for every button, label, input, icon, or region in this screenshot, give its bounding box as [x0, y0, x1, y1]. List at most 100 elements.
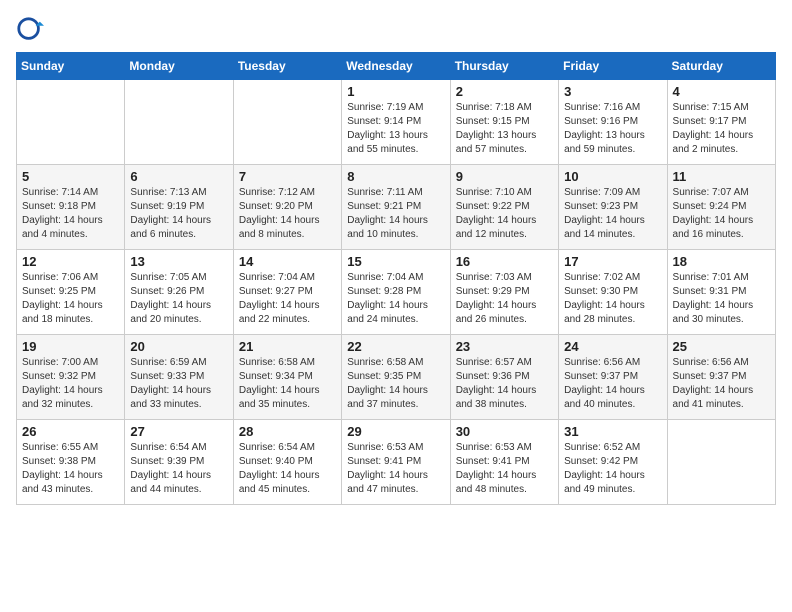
day-number: 3: [564, 84, 661, 99]
day-number: 22: [347, 339, 444, 354]
calendar-table: SundayMondayTuesdayWednesdayThursdayFrid…: [16, 52, 776, 505]
calendar-cell: 22 Sunrise: 6:58 AM Sunset: 9:35 PM Dayli…: [342, 335, 450, 420]
day-number: 20: [130, 339, 227, 354]
calendar-week-row: 12 Sunrise: 7:06 AM Sunset: 9:25 PM Dayli…: [17, 250, 776, 335]
day-content: Sunrise: 7:01 AM Sunset: 9:31 PM Dayligh…: [673, 271, 770, 327]
calendar-cell: 6 Sunrise: 7:13 AM Sunset: 9:19 PM Daylig…: [125, 165, 233, 250]
day-content: Sunrise: 7:09 AM Sunset: 9:23 PM Dayligh…: [564, 186, 661, 242]
day-content: Sunrise: 7:05 AM Sunset: 9:26 PM Dayligh…: [130, 271, 227, 327]
logo-icon: [16, 16, 44, 44]
day-number: 27: [130, 424, 227, 439]
day-content: Sunrise: 6:58 AM Sunset: 9:34 PM Dayligh…: [239, 356, 336, 412]
day-number: 29: [347, 424, 444, 439]
header-day: Thursday: [450, 53, 558, 80]
header-day: Monday: [125, 53, 233, 80]
header-day: Saturday: [667, 53, 775, 80]
calendar-cell: 20 Sunrise: 6:59 AM Sunset: 9:33 PM Dayli…: [125, 335, 233, 420]
day-content: Sunrise: 6:54 AM Sunset: 9:40 PM Dayligh…: [239, 441, 336, 497]
page-header: [16, 16, 776, 44]
calendar-cell: 19 Sunrise: 7:00 AM Sunset: 9:32 PM Dayli…: [17, 335, 125, 420]
calendar-cell: [125, 80, 233, 165]
day-content: Sunrise: 7:00 AM Sunset: 9:32 PM Dayligh…: [22, 356, 119, 412]
day-number: 19: [22, 339, 119, 354]
day-content: Sunrise: 6:53 AM Sunset: 9:41 PM Dayligh…: [347, 441, 444, 497]
calendar-cell: 14 Sunrise: 7:04 AM Sunset: 9:27 PM Dayli…: [233, 250, 341, 335]
calendar-cell: 24 Sunrise: 6:56 AM Sunset: 9:37 PM Dayli…: [559, 335, 667, 420]
day-number: 1: [347, 84, 444, 99]
calendar-cell: [667, 420, 775, 505]
day-number: 17: [564, 254, 661, 269]
day-number: 10: [564, 169, 661, 184]
day-number: 13: [130, 254, 227, 269]
calendar-cell: 27Sunrise: 6:54 AM Sunset: 9:39 PM Dayli…: [125, 420, 233, 505]
calendar-week-row: 5 Sunrise: 7:14 AM Sunset: 9:18 PM Daylig…: [17, 165, 776, 250]
calendar-cell: 3Sunrise: 7:16 AM Sunset: 9:16 PM Daylig…: [559, 80, 667, 165]
day-content: Sunrise: 7:03 AM Sunset: 9:29 PM Dayligh…: [456, 271, 553, 327]
calendar-cell: 30 Sunrise: 6:53 AM Sunset: 9:41 PM Dayli…: [450, 420, 558, 505]
day-content: Sunrise: 6:55 AM Sunset: 9:38 PM Dayligh…: [22, 441, 119, 497]
header-day: Wednesday: [342, 53, 450, 80]
calendar-week-row: 19 Sunrise: 7:00 AM Sunset: 9:32 PM Dayli…: [17, 335, 776, 420]
calendar-week-row: 26 Sunrise: 6:55 AM Sunset: 9:38 PM Dayli…: [17, 420, 776, 505]
calendar-cell: 4 Sunrise: 7:15 AM Sunset: 9:17 PM Daylig…: [667, 80, 775, 165]
day-content: Sunrise: 6:58 AM Sunset: 9:35 PM Dayligh…: [347, 356, 444, 412]
day-content: Sunrise: 7:15 AM Sunset: 9:17 PM Dayligh…: [673, 101, 770, 157]
calendar-cell: 12 Sunrise: 7:06 AM Sunset: 9:25 PM Dayli…: [17, 250, 125, 335]
day-number: 6: [130, 169, 227, 184]
calendar-cell: [233, 80, 341, 165]
day-content: Sunrise: 6:53 AM Sunset: 9:41 PM Dayligh…: [456, 441, 553, 497]
calendar-cell: 9 Sunrise: 7:10 AM Sunset: 9:22 PM Daylig…: [450, 165, 558, 250]
calendar-cell: 5 Sunrise: 7:14 AM Sunset: 9:18 PM Daylig…: [17, 165, 125, 250]
logo: [16, 16, 48, 44]
day-number: 16: [456, 254, 553, 269]
calendar-cell: 31 Sunrise: 6:52 AM Sunset: 9:42 PM Dayli…: [559, 420, 667, 505]
day-content: Sunrise: 7:13 AM Sunset: 9:19 PM Dayligh…: [130, 186, 227, 242]
day-number: 2: [456, 84, 553, 99]
day-number: 14: [239, 254, 336, 269]
day-content: Sunrise: 7:02 AM Sunset: 9:30 PM Dayligh…: [564, 271, 661, 327]
calendar-cell: 29 Sunrise: 6:53 AM Sunset: 9:41 PM Dayli…: [342, 420, 450, 505]
calendar-cell: 1 Sunrise: 7:19 AM Sunset: 9:14 PM Daylig…: [342, 80, 450, 165]
day-number: 9: [456, 169, 553, 184]
calendar-header: SundayMondayTuesdayWednesdayThursdayFrid…: [17, 53, 776, 80]
day-content: Sunrise: 7:14 AM Sunset: 9:18 PM Dayligh…: [22, 186, 119, 242]
day-number: 24: [564, 339, 661, 354]
day-content: Sunrise: 6:59 AM Sunset: 9:33 PM Dayligh…: [130, 356, 227, 412]
day-content: Sunrise: 7:04 AM Sunset: 9:28 PM Dayligh…: [347, 271, 444, 327]
day-number: 7: [239, 169, 336, 184]
day-number: 5: [22, 169, 119, 184]
calendar-cell: 10 Sunrise: 7:09 AM Sunset: 9:23 PM Dayli…: [559, 165, 667, 250]
header-row: SundayMondayTuesdayWednesdayThursdayFrid…: [17, 53, 776, 80]
calendar-cell: 16 Sunrise: 7:03 AM Sunset: 9:29 PM Dayli…: [450, 250, 558, 335]
day-content: Sunrise: 6:52 AM Sunset: 9:42 PM Dayligh…: [564, 441, 661, 497]
day-number: 31: [564, 424, 661, 439]
day-content: Sunrise: 6:57 AM Sunset: 9:36 PM Dayligh…: [456, 356, 553, 412]
calendar-cell: 17 Sunrise: 7:02 AM Sunset: 9:30 PM Dayli…: [559, 250, 667, 335]
day-number: 26: [22, 424, 119, 439]
day-content: Sunrise: 7:12 AM Sunset: 9:20 PM Dayligh…: [239, 186, 336, 242]
day-number: 25: [673, 339, 770, 354]
day-content: Sunrise: 7:06 AM Sunset: 9:25 PM Dayligh…: [22, 271, 119, 327]
day-number: 28: [239, 424, 336, 439]
calendar-cell: 26 Sunrise: 6:55 AM Sunset: 9:38 PM Dayli…: [17, 420, 125, 505]
day-number: 4: [673, 84, 770, 99]
calendar-cell: 28 Sunrise: 6:54 AM Sunset: 9:40 PM Dayli…: [233, 420, 341, 505]
day-content: Sunrise: 7:19 AM Sunset: 9:14 PM Dayligh…: [347, 101, 444, 157]
calendar-cell: 23Sunrise: 6:57 AM Sunset: 9:36 PM Dayli…: [450, 335, 558, 420]
calendar-body: 1 Sunrise: 7:19 AM Sunset: 9:14 PM Daylig…: [17, 80, 776, 505]
calendar-cell: 18Sunrise: 7:01 AM Sunset: 9:31 PM Dayli…: [667, 250, 775, 335]
calendar-cell: [17, 80, 125, 165]
day-number: 12: [22, 254, 119, 269]
calendar-cell: 25Sunrise: 6:56 AM Sunset: 9:37 PM Dayli…: [667, 335, 775, 420]
day-number: 8: [347, 169, 444, 184]
day-content: Sunrise: 7:10 AM Sunset: 9:22 PM Dayligh…: [456, 186, 553, 242]
day-number: 30: [456, 424, 553, 439]
day-content: Sunrise: 6:56 AM Sunset: 9:37 PM Dayligh…: [564, 356, 661, 412]
calendar-cell: 8Sunrise: 7:11 AM Sunset: 9:21 PM Daylig…: [342, 165, 450, 250]
day-content: Sunrise: 7:07 AM Sunset: 9:24 PM Dayligh…: [673, 186, 770, 242]
day-content: Sunrise: 7:04 AM Sunset: 9:27 PM Dayligh…: [239, 271, 336, 327]
calendar-cell: 21Sunrise: 6:58 AM Sunset: 9:34 PM Dayli…: [233, 335, 341, 420]
calendar-cell: 7 Sunrise: 7:12 AM Sunset: 9:20 PM Daylig…: [233, 165, 341, 250]
day-number: 11: [673, 169, 770, 184]
calendar-cell: 2Sunrise: 7:18 AM Sunset: 9:15 PM Daylig…: [450, 80, 558, 165]
